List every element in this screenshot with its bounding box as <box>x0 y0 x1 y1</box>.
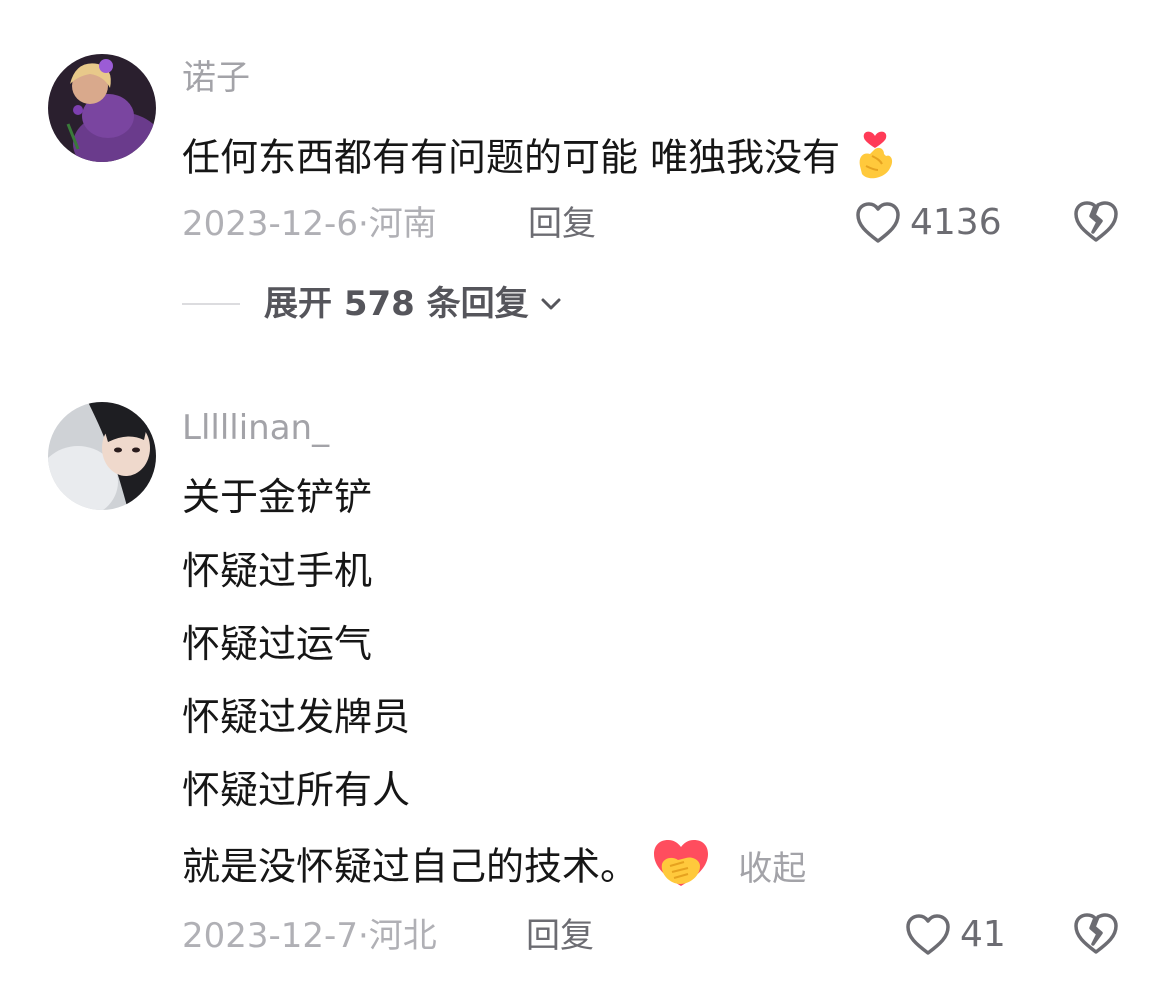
comment-location: 河北 <box>368 916 437 956</box>
comment-text-line: 就是没怀疑过自己的技术。 <box>182 844 639 889</box>
comment-date: 2023-12-7 <box>182 916 358 956</box>
reply-button[interactable]: 回复 <box>526 914 594 958</box>
comment-text-line: 关于金铲铲 <box>182 475 373 519</box>
avatar-image <box>48 402 156 510</box>
comment-item: Lllllinan_ 关于金铲铲 怀疑过手机 怀疑过运气 怀疑过发牌员 怀疑过所… <box>0 0 1170 991</box>
comment-text-line: 怀疑过手机 <box>182 549 373 593</box>
collapse-button[interactable]: 收起 <box>738 849 806 889</box>
username[interactable]: Lllllinan_ <box>182 406 329 450</box>
comment-text-line: 怀疑过所有人 <box>182 768 411 812</box>
comment-text-line: 怀疑过运气 <box>182 622 373 666</box>
heart-outline-icon <box>906 914 950 955</box>
avatar[interactable] <box>48 402 156 510</box>
heart-hands-emoji-icon <box>650 836 712 902</box>
comment-text-line: 怀疑过发牌员 <box>182 695 411 739</box>
dislike-button[interactable] <box>1072 910 1122 960</box>
like-button[interactable]: 41 <box>904 910 1006 960</box>
meta-separator: · <box>357 916 369 956</box>
broken-heart-icon <box>1074 913 1118 954</box>
comment-text: 就是没怀疑过自己的技术。 收起 <box>182 836 806 902</box>
comment-meta: 2023-12-7·河北 <box>182 914 437 958</box>
like-count: 41 <box>960 914 1006 955</box>
